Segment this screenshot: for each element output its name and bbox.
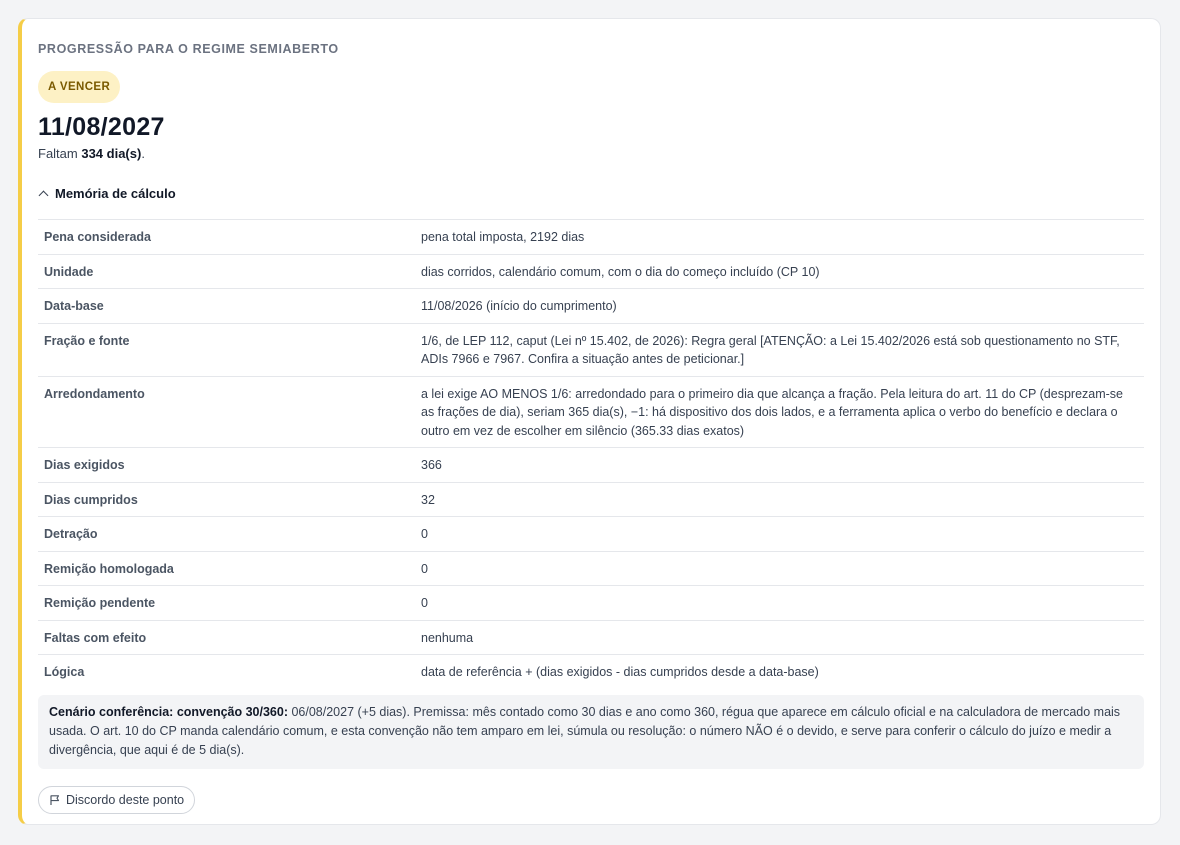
remaining-text: Faltam 334 dia(s).: [38, 145, 1144, 163]
calc-row: Remição pendente 0: [38, 585, 1144, 620]
calc-row: Pena considerada pena total imposta, 2192…: [38, 219, 1144, 254]
calc-row-value: 1/6, de LEP 112, caput (Lei nº 15.402, d…: [415, 322, 1144, 376]
memoria-toggle[interactable]: Memória de cálculo: [38, 185, 1144, 211]
card-title: PROGRESSÃO PARA O REGIME SEMIABERTO: [38, 42, 339, 56]
scenario-label: Cenário conferência: convenção 30/360:: [49, 704, 288, 719]
calc-row-value: nenhuma: [415, 619, 1144, 655]
calc-table: Pena considerada pena total imposta, 2192…: [38, 219, 1144, 689]
memoria-toggle-label: Memória de cálculo: [55, 186, 176, 201]
calc-row-key: Arredondamento: [38, 375, 415, 448]
calc-row-value: 0: [415, 585, 1144, 620]
calc-row-key: Fração e fonte: [38, 322, 415, 376]
calc-row: Data-base 11/08/2026 (início do cumprimen…: [38, 288, 1144, 323]
calc-row-value: dias corridos, calendário comum, com o d…: [415, 253, 1144, 289]
calc-row-value: pena total imposta, 2192 dias: [415, 219, 1144, 254]
chevron-up-icon: [38, 190, 49, 201]
remaining-prefix: Faltam: [38, 146, 82, 161]
calc-row-key: Pena considerada: [38, 219, 415, 254]
calc-row: Detração 0: [38, 516, 1144, 551]
remaining-suffix: .: [141, 146, 145, 161]
status-badge: A VENCER: [38, 71, 121, 103]
calc-row-value: data de referência + (dias exigidos - di…: [415, 654, 1144, 689]
calc-row: Unidade dias corridos, calendário comum, …: [38, 253, 1144, 289]
calc-row-value: 0: [415, 516, 1144, 551]
calc-row: Dias cumpridos 32: [38, 481, 1144, 517]
calc-row-key: Dias exigidos: [38, 447, 415, 482]
deadline-card: PROGRESSÃO PARA O REGIME SEMIABERTO A VE…: [18, 18, 1161, 825]
calc-row-key: Faltas com efeito: [38, 619, 415, 655]
calc-row-key: Detração: [38, 516, 415, 551]
remaining-days: 334 dia(s): [81, 146, 142, 161]
calc-row-value: 366: [415, 447, 1144, 482]
flag-icon: [50, 794, 60, 805]
calc-row-value: 0: [415, 550, 1144, 586]
calc-row: Dias exigidos 366: [38, 447, 1144, 482]
discord-button[interactable]: Discordo deste ponto: [38, 785, 196, 814]
calc-row-key: Remição pendente: [38, 585, 415, 620]
discord-button-label: Discordo deste ponto: [66, 792, 185, 807]
calc-row-key: Unidade: [38, 253, 415, 289]
deadline-date: 11/08/2027: [38, 113, 165, 141]
calc-row-value: 11/08/2026 (início do cumprimento): [415, 288, 1144, 323]
calc-row: Arredondamento a lei exige AO MENOS 1/6: …: [38, 375, 1144, 448]
calc-row-value: a lei exige AO MENOS 1/6: arredondado pa…: [415, 375, 1144, 448]
calc-row: Faltas com efeito nenhuma: [38, 619, 1144, 655]
scenario-box: Cenário conferência: convenção 30/360: 0…: [38, 694, 1144, 769]
calc-row: Remição homologada 0: [38, 550, 1144, 586]
calc-row-key: Remição homologada: [38, 550, 415, 586]
calc-row: Lógica data de referência + (dias exigido…: [38, 654, 1144, 689]
calc-row-value: 32: [415, 481, 1144, 517]
calc-row-key: Data-base: [38, 288, 415, 323]
calc-row: Fração e fonte 1/6, de LEP 112, caput (Le…: [38, 322, 1144, 376]
calc-row-key: Lógica: [38, 654, 415, 689]
calc-row-key: Dias cumpridos: [38, 481, 415, 517]
